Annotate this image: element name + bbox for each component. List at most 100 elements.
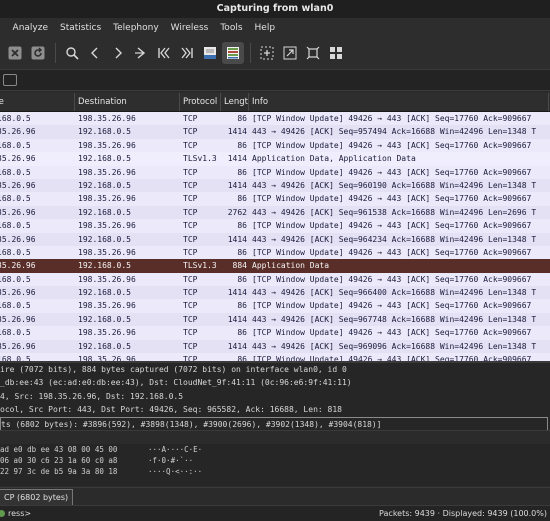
packet-protocol: TCP bbox=[183, 288, 198, 298]
column-header-protocol[interactable]: Protocol bbox=[180, 93, 221, 111]
packet-row[interactable]: 168.0.5 198.35.26.96 TCP 86 [TCP Window Upda… bbox=[0, 245, 550, 260]
packet-source: 35.26.96 bbox=[0, 154, 36, 164]
bytes-ascii[interactable]: ····Q·<··:·· bbox=[148, 466, 228, 477]
packet-bytes: ad e0 db ee 43 08 00 45 00 ···A····C·E· 0… bbox=[0, 444, 550, 486]
bytes-hex[interactable]: 22 97 3c de b5 9a 3a 80 18 bbox=[0, 466, 140, 477]
column-header-destination[interactable]: Destination bbox=[75, 93, 180, 111]
packet-info: 443 → 49426 [ACK] Seq=967748 Ack=16688 W… bbox=[252, 314, 537, 324]
bytes-ascii[interactable]: ·f·0·#·`·· bbox=[148, 455, 228, 466]
packet-length: 86 bbox=[237, 167, 247, 177]
packet-info: 443 → 49426 [ACK] Seq=961538 Ack=16688 W… bbox=[252, 207, 537, 217]
resize-columns-icon[interactable] bbox=[325, 42, 347, 64]
last-packet-icon[interactable] bbox=[176, 42, 198, 64]
autoscroll-icon[interactable] bbox=[199, 42, 221, 64]
packet-list-header: ce Destination Protocol Lengt Info bbox=[0, 93, 550, 112]
close-icon[interactable] bbox=[4, 42, 26, 64]
reassembled-tcp-tab[interactable]: CP (6802 bytes) bbox=[0, 489, 74, 506]
column-header-source[interactable]: ce bbox=[0, 93, 75, 111]
packet-row[interactable]: 168.0.5 198.35.26.96 TCP 86 [TCP Window Upda… bbox=[0, 138, 550, 153]
packet-row[interactable]: 168.0.5 198.35.26.96 TCP 86 [TCP Window Upda… bbox=[0, 353, 550, 361]
packet-length: 86 bbox=[237, 355, 247, 361]
packet-rows: 168.0.5 198.35.26.96 TCP 86 [TCP Window Upda… bbox=[0, 112, 550, 361]
column-header-info[interactable]: Info bbox=[249, 93, 549, 111]
menu-item-statistics[interactable]: Statistics bbox=[54, 23, 107, 33]
forward-arrow-icon[interactable] bbox=[107, 42, 129, 64]
colorize-icon[interactable] bbox=[222, 42, 244, 64]
packet-protocol: TLSv1.3 bbox=[183, 261, 217, 271]
packet-info: [TCP Window Update] 49426 → 443 [ACK] Se… bbox=[252, 355, 532, 361]
packet-row[interactable]: 168.0.5 198.35.26.96 TCP 86 [TCP Window Upda… bbox=[0, 192, 550, 206]
zoom-out-icon[interactable] bbox=[279, 42, 301, 64]
packet-row[interactable]: 168.0.5 198.35.26.96 TCP 86 [TCP Window Upda… bbox=[0, 326, 550, 340]
menu-item-analyze[interactable]: Analyze bbox=[7, 23, 54, 33]
packet-destination: 198.35.26.96 bbox=[78, 247, 136, 257]
bytes-hex[interactable]: ad e0 db ee 43 08 00 45 00 bbox=[0, 444, 140, 455]
packet-row[interactable]: 168.0.5 198.35.26.96 TCP 86 [TCP Window Upda… bbox=[0, 272, 550, 287]
packet-row[interactable]: 35.26.96 192.168.0.5 TCP 2762 443 → 49426 [A… bbox=[0, 205, 550, 220]
detail-tree-item[interactable]: _db:ee:43 (ec:ad:e0:db:ee:43), Dst: Clou… bbox=[0, 376, 550, 389]
packet-info: [TCP Window Update] 49426 → 443 [ACK] Se… bbox=[252, 114, 532, 123]
packet-length: 1414 bbox=[227, 180, 247, 190]
zoom-in-icon[interactable] bbox=[256, 42, 278, 64]
packet-destination: 192.168.0.5 bbox=[78, 180, 131, 190]
packet-row[interactable]: 35.26.96 192.168.0.5 TCP 1414 443 → 49426 [A… bbox=[0, 286, 550, 300]
packet-protocol: TCP bbox=[183, 274, 198, 284]
packet-info: [TCP Window Update] 49426 → 443 [ACK] Se… bbox=[252, 301, 532, 311]
packet-protocol: TCP bbox=[183, 247, 198, 257]
packet-destination: 192.168.0.5 bbox=[78, 234, 131, 244]
packet-length: 884 bbox=[232, 261, 247, 271]
packet-source: 168.0.5 bbox=[0, 114, 31, 123]
filter-bookmark-icon[interactable] bbox=[3, 74, 17, 86]
go-to-packet-icon[interactable] bbox=[130, 42, 152, 64]
search-icon[interactable] bbox=[61, 42, 83, 64]
packet-row[interactable]: 168.0.5 198.35.26.96 TCP 86 [TCP Window Upda… bbox=[0, 299, 550, 313]
packet-row[interactable]: 35.26.96 192.168.0.5 TCP 1414 443 → 49426 [A… bbox=[0, 339, 550, 354]
first-packet-icon[interactable] bbox=[153, 42, 175, 64]
menu-item-telephony[interactable]: Telephony bbox=[107, 23, 165, 33]
packet-destination: 198.35.26.96 bbox=[78, 274, 136, 284]
packet-row[interactable]: 168.0.5 198.35.26.96 TCP 86 [TCP Window Upda… bbox=[0, 219, 550, 233]
packet-source: 168.0.5 bbox=[0, 301, 31, 311]
packet-length: 86 bbox=[237, 301, 247, 311]
packet-destination: 192.168.0.5 bbox=[78, 154, 131, 164]
pane-divider[interactable] bbox=[0, 430, 550, 444]
column-header-length[interactable]: Lengt bbox=[221, 93, 249, 111]
packet-row[interactable]: 35.26.96 192.168.0.5 TCP 1414 443 → 49426 [A… bbox=[0, 125, 550, 139]
packet-row[interactable]: 35.26.96 192.168.0.5 TCP 1414 443 → 49426 [A… bbox=[0, 312, 550, 327]
packet-row[interactable]: 168.0.5 198.35.26.96 TCP 86 [TCP Window Upda… bbox=[0, 165, 550, 179]
packet-row[interactable]: 168.0.5 198.35.26.96 TCP 86 [TCP Window Upda… bbox=[0, 112, 550, 126]
packet-destination: 198.35.26.96 bbox=[78, 140, 136, 150]
detail-tree-item[interactable]: ocol, Src Port: 443, Dst Port: 49426, Se… bbox=[0, 403, 550, 416]
menu-item-tools[interactable]: Tools bbox=[214, 23, 248, 33]
menu-item-help[interactable]: Help bbox=[249, 23, 282, 33]
packet-length: 86 bbox=[237, 274, 247, 284]
normal-size-icon[interactable] bbox=[302, 42, 324, 64]
main-toolbar bbox=[0, 37, 550, 69]
back-arrow-icon[interactable] bbox=[84, 42, 106, 64]
packet-protocol: TCP bbox=[183, 167, 198, 177]
status-bar: ress> Packets: 9439 · Displayed: 9439 (1… bbox=[0, 505, 550, 521]
packet-source: 35.26.96 bbox=[0, 234, 36, 244]
packet-info: 443 → 49426 [ACK] Seq=964234 Ack=16688 W… bbox=[252, 234, 537, 244]
packet-source: 168.0.5 bbox=[0, 247, 31, 257]
packet-length: 1414 bbox=[227, 341, 247, 351]
packet-row[interactable]: 35.26.96 192.168.0.5 TCP 1414 443 → 49426 [A… bbox=[0, 232, 550, 246]
bytes-hex[interactable]: 06 a0 30 c6 23 1a 60 c0 a8 bbox=[0, 455, 140, 466]
packet-info: [TCP Window Update] 49426 → 443 [ACK] Se… bbox=[252, 328, 532, 338]
menu-item-wireless[interactable]: Wireless bbox=[165, 23, 215, 33]
capture-status-icon[interactable] bbox=[0, 510, 5, 517]
detail-tree-item[interactable]: ire (7072 bits), 884 bytes captured (707… bbox=[0, 363, 550, 376]
bytes-ascii[interactable]: ···A····C·E· bbox=[148, 444, 228, 455]
packet-source: 35.26.96 bbox=[0, 207, 36, 217]
packet-row[interactable]: 35.26.96 192.168.0.5 TCP 1414 443 → 49426 [A… bbox=[0, 178, 550, 193]
detail-tree-item[interactable]: 4, Src: 198.35.26.96, Dst: 192.168.0.5 bbox=[0, 390, 550, 403]
packet-info: [TCP Window Update] 49426 → 443 [ACK] Se… bbox=[252, 274, 532, 284]
packet-info: [TCP Window Update] 49426 → 443 [ACK] Se… bbox=[252, 221, 532, 231]
packet-row-selected[interactable]: 35.26.96 192.168.0.5 TLSv1.3 884 Application… bbox=[0, 259, 550, 273]
reload-icon[interactable] bbox=[27, 42, 49, 64]
packet-length: 86 bbox=[237, 140, 247, 150]
menu-bar: eAnalyzeStatisticsTelephonyWirelessTools… bbox=[0, 18, 550, 37]
packet-count-status: Packets: 9439 · Displayed: 9439 (100.0%) bbox=[379, 509, 547, 518]
display-filter-bar[interactable] bbox=[0, 69, 550, 91]
packet-row[interactable]: 35.26.96 192.168.0.5 TLSv1.3 1414 Applicatio… bbox=[0, 152, 550, 166]
